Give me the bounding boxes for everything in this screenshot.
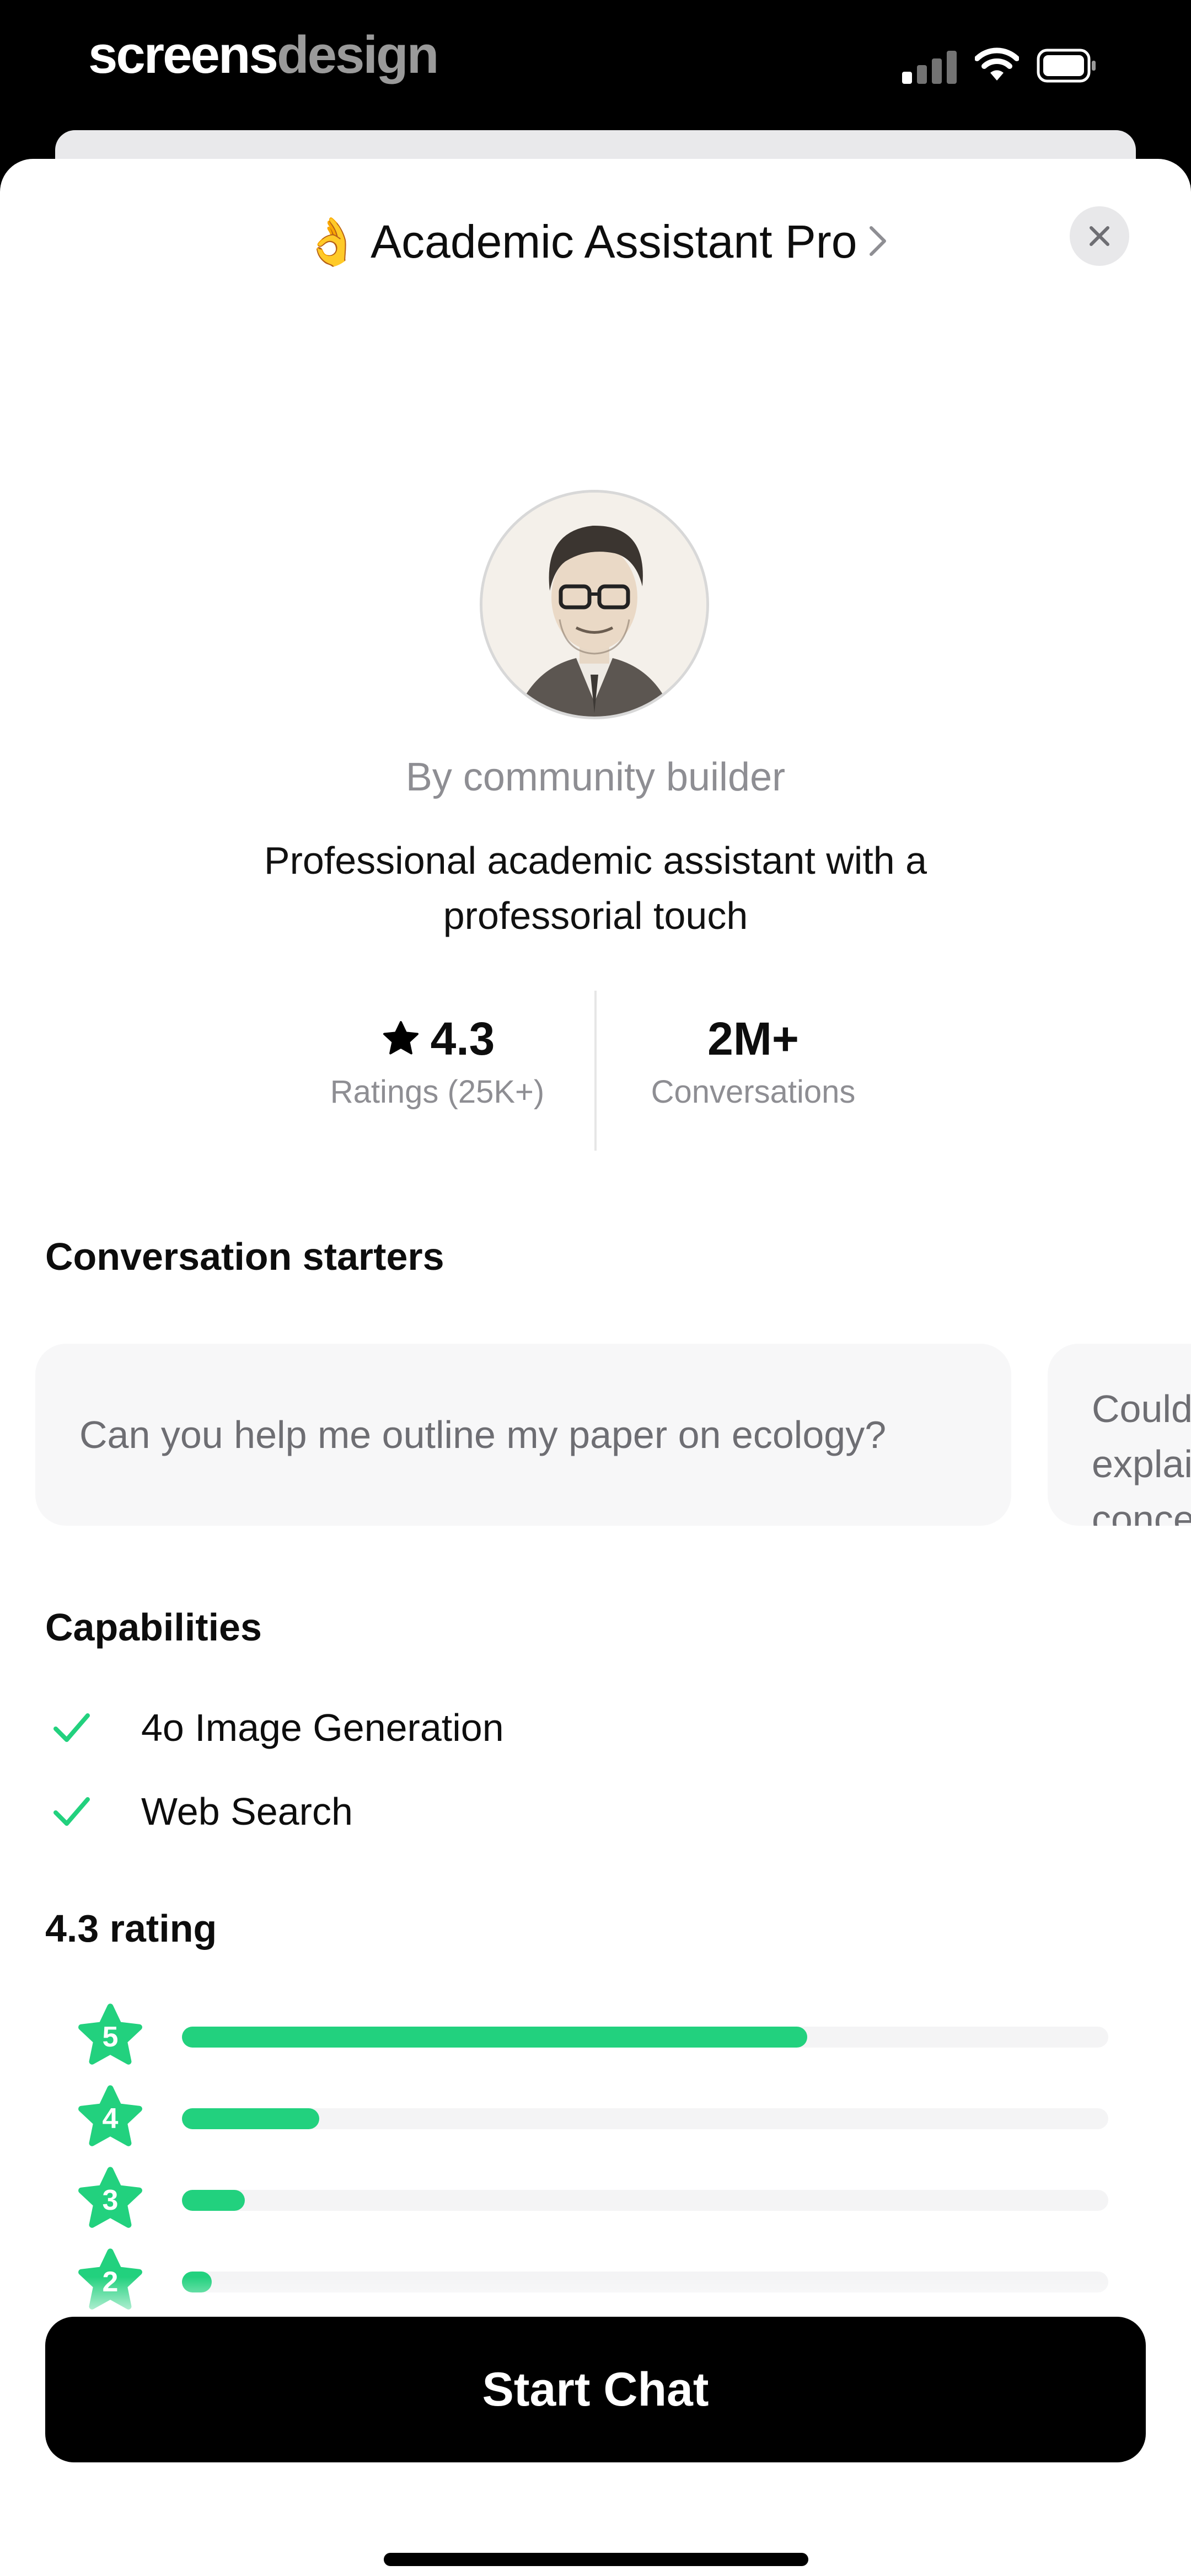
- starter-card[interactable]: Can you help me outline my paper on ecol…: [35, 1344, 1011, 1526]
- gpt-detail-sheet: 👌 Academic Assistant Pro By community bu…: [0, 159, 1191, 2576]
- gpt-title: Academic Assistant Pro: [371, 215, 857, 268]
- capability-item: 4o Image Generation: [50, 1695, 504, 1761]
- conversations-stat: 2M+ Conversations: [588, 1008, 919, 1110]
- starter-card[interactable]: Could you explain this concept in more: [1048, 1344, 1191, 1526]
- check-icon: [50, 1706, 94, 1750]
- rating-bar-fill: [182, 2027, 807, 2048]
- brand-watermark: screensdesign: [88, 25, 439, 84]
- conversations-label: Conversations: [651, 1074, 856, 1110]
- home-indicator: [384, 2553, 808, 2566]
- close-icon: [1090, 226, 1109, 246]
- rating-bar-fill: [182, 2190, 245, 2211]
- star-badge-icon: 3: [72, 2165, 149, 2236]
- start-chat-button[interactable]: Start Chat: [45, 2317, 1146, 2462]
- gpt-description: Professional academic assistant with a p…: [264, 839, 927, 937]
- star-badge-icon: 4: [72, 2083, 149, 2155]
- star-badge-icon: 5: [72, 2001, 149, 2073]
- battery-icon: [1037, 49, 1096, 83]
- capability-item: Web Search: [50, 1778, 353, 1845]
- conversations-value: 2M+: [707, 1012, 799, 1065]
- star-count: 3: [102, 2184, 119, 2216]
- capabilities-heading: Capabilities: [45, 1606, 262, 1649]
- rating-stat: 4.3 Ratings (25K+): [272, 1008, 603, 1110]
- rating-bar-track: [182, 2108, 1108, 2129]
- rating-row: 5: [72, 2001, 1119, 2073]
- rating-bar-track: [182, 2190, 1108, 2211]
- chevron-right-icon: [868, 215, 888, 269]
- status-bar: screensdesign: [0, 0, 1191, 132]
- check-icon: [50, 1789, 94, 1834]
- signal-icon: [902, 50, 957, 84]
- rating-value: 4.3: [430, 1012, 495, 1065]
- rating-row: 4: [72, 2083, 1119, 2155]
- gpt-avatar: [480, 490, 709, 719]
- gpt-title-link[interactable]: 👌 Academic Assistant Pro: [0, 209, 1191, 275]
- rating-bar-track: [182, 2027, 1108, 2048]
- starters-heading: Conversation starters: [45, 1235, 444, 1278]
- star-icon: [383, 1021, 419, 1055]
- rating-breakdown-heading: 4.3 rating: [45, 1907, 217, 1950]
- star-count: 5: [102, 2021, 119, 2053]
- close-button[interactable]: [1070, 206, 1129, 266]
- star-count: 4: [102, 2103, 119, 2135]
- ok-hand-emoji: 👌: [303, 215, 361, 268]
- rating-row: 3: [72, 2165, 1119, 2236]
- rating-bar-fill: [182, 2108, 319, 2129]
- creator-byline: By community builder: [405, 755, 786, 799]
- rating-label: Ratings (25K+): [330, 1074, 545, 1110]
- wifi-icon: [975, 47, 1019, 81]
